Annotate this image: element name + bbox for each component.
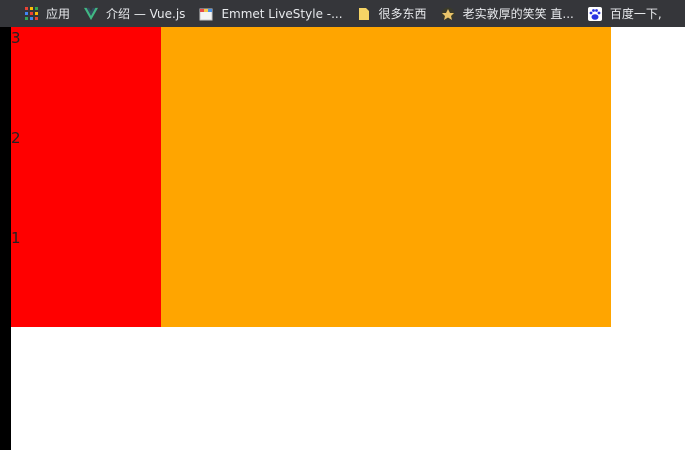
vue-logo-icon [84, 7, 99, 21]
bookmark-emmet[interactable]: Emmet LiveStyle -... [195, 0, 346, 27]
sidebar-number: 3 [11, 29, 21, 47]
flex-container: 3 2 1 [11, 27, 611, 327]
bookmark-label: Emmet LiveStyle -... [221, 6, 343, 21]
apps-grid-icon [24, 7, 38, 21]
red-sidebar: 3 2 1 [11, 27, 161, 327]
bookmark-folder[interactable]: 很多东西 [353, 0, 431, 27]
bookmark-apps[interactable]: 应用 [20, 0, 74, 27]
orange-main-area [161, 27, 611, 327]
avatar-icon [441, 7, 455, 21]
bookmark-label: 很多东西 [378, 7, 427, 21]
bookmark-label: 应用 [46, 7, 71, 21]
bookmark-baidu[interactable]: 百度一下, [584, 0, 666, 27]
sidebar-number: 2 [11, 129, 21, 147]
folder-icon [357, 7, 371, 21]
bookmark-vue[interactable]: 介绍 — Vue.js [80, 0, 189, 27]
sidebar-number: 1 [11, 229, 21, 247]
bookmark-avatar[interactable]: 老实敦厚的笑笑 直... [437, 0, 578, 27]
baidu-paw-icon [587, 6, 602, 21]
emmet-livestyle-icon [199, 7, 213, 21]
bookmarks-bar: 应用 介绍 — Vue.js Emmet LiveStyle -... 很多东西… [0, 0, 685, 27]
left-edge-strip [0, 27, 11, 450]
bookmark-label: 介绍 — Vue.js [106, 7, 186, 21]
bookmark-label: 老实敦厚的笑笑 直... [462, 7, 574, 21]
bookmark-label: 百度一下, [609, 7, 662, 21]
